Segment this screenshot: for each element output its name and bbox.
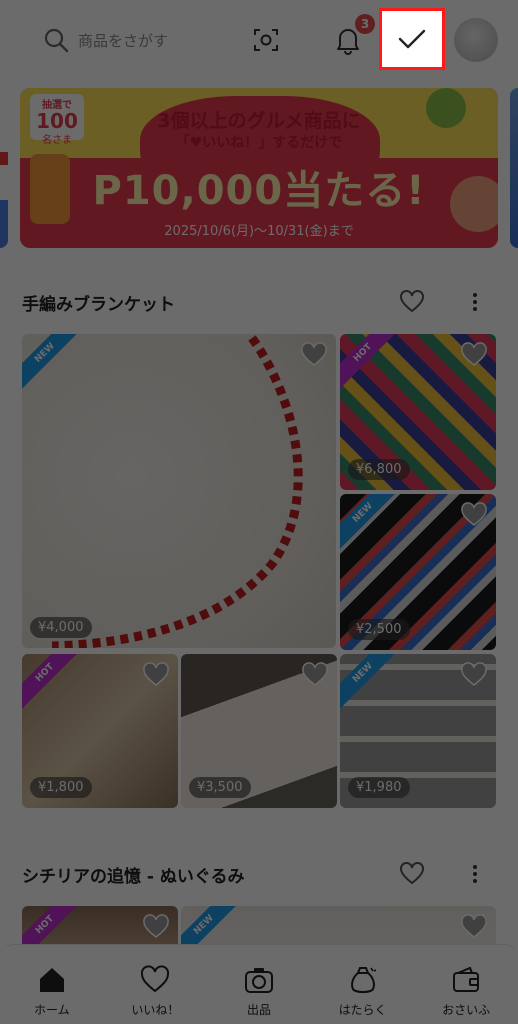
nav-likes[interactable]: いいね！ — [104, 945, 208, 1024]
heart-icon[interactable] — [142, 914, 170, 940]
product-image — [51, 335, 303, 648]
banner-headline: 3個以上のグルメ商品に — [157, 110, 361, 132]
more-vertical-icon[interactable] — [470, 291, 480, 313]
checkmark-icon — [398, 29, 426, 49]
heart-icon[interactable] — [301, 662, 329, 688]
search-icon — [44, 28, 69, 53]
barcode-scan-button[interactable] — [248, 20, 284, 60]
hot-ribbon: HOT — [22, 654, 84, 712]
new-ribbon: NEW — [340, 654, 402, 712]
heart-icon[interactable] — [460, 914, 488, 940]
heart-outline-icon[interactable] — [399, 862, 425, 886]
nav-label: おさいふ — [442, 1003, 491, 1017]
nav-work[interactable]: はたらく — [311, 945, 415, 1024]
promo-banner[interactable]: 抽選で 100 名さま 3個以上のグルメ商品に 「♥いいね！」するだけで P10… — [20, 88, 498, 248]
next-banner-peek[interactable] — [510, 88, 518, 248]
product-tile[interactable]: HOT ¥1,800 — [22, 654, 178, 808]
nav-label: はたらく — [338, 1003, 387, 1017]
heart-outline-icon[interactable] — [399, 290, 425, 314]
hot-ribbon: HOT — [340, 334, 402, 392]
section-title: 手編みブランケット — [22, 295, 175, 315]
notification-badge: 3 — [355, 14, 375, 34]
heart-icon[interactable] — [460, 502, 488, 528]
section-title: シチリアの追憶 - ぬいぐるみ — [22, 867, 245, 887]
search-bar[interactable]: 商品をさがす — [36, 18, 236, 62]
heart-icon[interactable] — [460, 662, 488, 688]
nav-home[interactable]: ホーム — [0, 945, 104, 1024]
heart-icon[interactable] — [460, 342, 488, 368]
banner-subline: 「♥いいね！」するだけで — [175, 135, 343, 151]
product-tile[interactable]: HOT ¥6,800 — [340, 334, 496, 490]
promo-carousel[interactable]: 抽選で 100 名さま 3個以上のグルメ商品に 「♥いいね！」するだけで P10… — [0, 88, 518, 250]
product-tile[interactable]: NEW ¥1,980 — [340, 654, 496, 808]
camera-icon — [244, 968, 273, 993]
product-tile[interactable]: ¥3,500 — [181, 654, 337, 808]
price-label: ¥1,980 — [348, 777, 410, 798]
heart-icon[interactable] — [300, 342, 328, 368]
price-label: ¥3,500 — [189, 777, 251, 798]
home-icon — [39, 968, 64, 992]
nav-sell[interactable]: 出品 — [207, 945, 311, 1024]
nav-label: ホーム — [33, 1003, 70, 1017]
bottom-navigation: ホーム いいね！ 出品 はたらく おさいふ — [0, 944, 518, 1024]
todo-checkmark-button[interactable] — [379, 8, 445, 70]
nav-label: いいね！ — [131, 1003, 180, 1017]
prev-banner-peek[interactable] — [0, 88, 8, 248]
product-tile[interactable]: NEW ¥2,500 — [340, 494, 496, 650]
avatar[interactable] — [454, 18, 498, 62]
price-label: ¥2,500 — [348, 619, 410, 640]
banner-big-text: P10,000当たる! — [92, 168, 426, 214]
heart-icon — [141, 965, 170, 993]
new-ribbon: NEW — [340, 494, 402, 552]
banner-dates: 2025/10/6(月)〜10/31(金)まで — [164, 224, 354, 239]
product-tile[interactable]: NEW ¥4,000 — [22, 334, 336, 648]
heart-icon[interactable] — [142, 662, 170, 688]
search-placeholder: 商品をさがす — [78, 31, 169, 50]
more-vertical-icon[interactable] — [470, 863, 480, 885]
nav-label: 出品 — [246, 1003, 271, 1017]
money-bag-icon — [350, 967, 376, 993]
wallet-icon — [453, 966, 480, 992]
price-label: ¥4,000 — [30, 617, 92, 638]
barcode-scan-icon — [254, 29, 278, 51]
nav-wallet[interactable]: おさいふ — [414, 945, 518, 1024]
price-label: ¥1,800 — [30, 777, 92, 798]
price-label: ¥6,800 — [348, 459, 410, 480]
